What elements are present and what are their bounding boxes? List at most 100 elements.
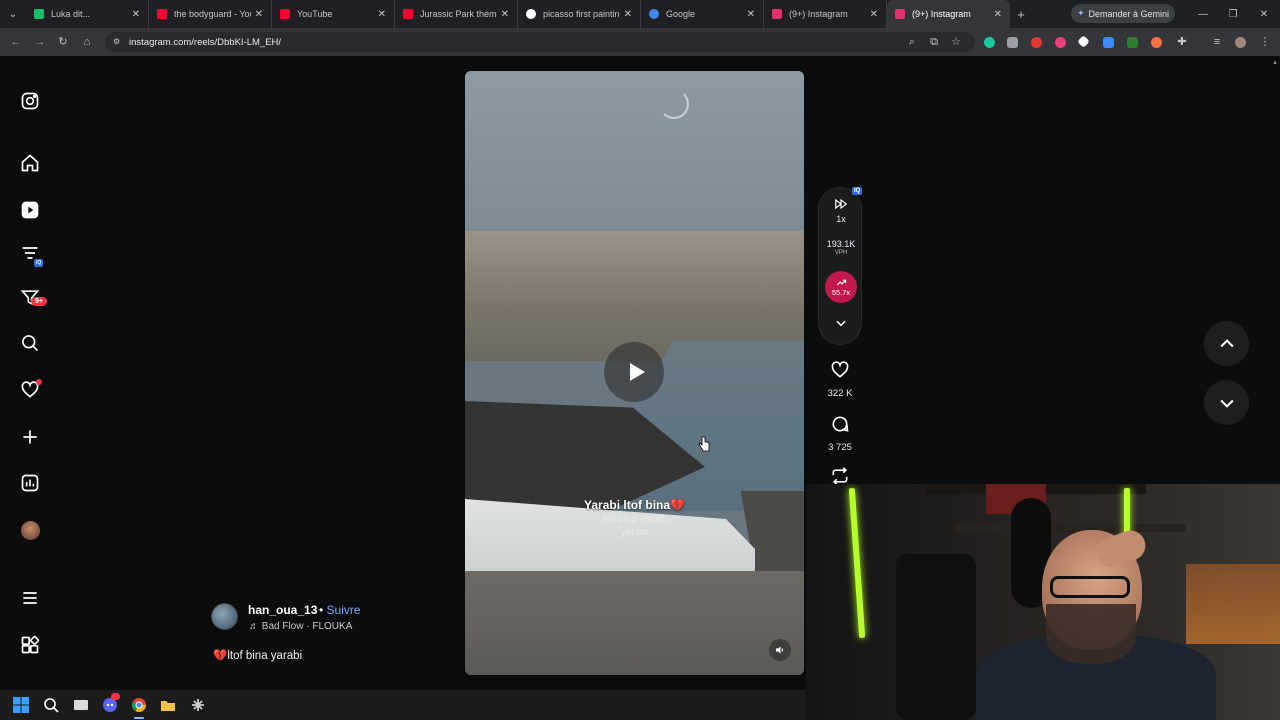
sidebar-item-reels[interactable]: [19, 199, 41, 221]
tab-2[interactable]: YouTube ✕: [272, 0, 395, 28]
close-icon[interactable]: ✕: [624, 9, 632, 20]
sidebar-item-more[interactable]: [19, 587, 41, 609]
tab-0[interactable]: Luka dit... ✕: [26, 0, 149, 28]
tab-1[interactable]: the bodyguard - YouTube ✕: [149, 0, 272, 28]
mute-button[interactable]: [769, 639, 791, 661]
google-icon: [526, 9, 536, 19]
close-icon[interactable]: ✕: [501, 9, 509, 20]
vph-label: VPH: [834, 250, 848, 256]
taskbar-search-button[interactable]: [43, 697, 59, 713]
notification-dot: [36, 379, 42, 385]
more-menu-icon[interactable]: ⋮: [1258, 35, 1272, 49]
close-icon[interactable]: ✕: [132, 9, 140, 20]
reel-description: 💔ltof bina yarabi: [213, 650, 303, 662]
arrow-left-icon: ←: [10, 36, 22, 48]
profile-avatar-icon[interactable]: [1235, 37, 1246, 48]
sidebar-item-home[interactable]: [19, 152, 41, 174]
sidebar-item-search[interactable]: [19, 332, 41, 354]
playback-speed-value: 1x: [836, 214, 846, 224]
site-info-icon[interactable]: ⚙: [113, 37, 123, 47]
tab-4[interactable]: picasso first painting ✕: [518, 0, 641, 28]
comment-button[interactable]: 3 725: [825, 414, 855, 453]
reload-button[interactable]: ↻: [56, 35, 70, 49]
sidebar-item-profile[interactable]: [19, 519, 41, 541]
tab-5[interactable]: Google ✕: [641, 0, 764, 28]
task-view-button[interactable]: [73, 697, 89, 713]
scrollbar-up-arrow-icon[interactable]: ▲: [1272, 60, 1278, 72]
author-username[interactable]: han_oua_13: [248, 603, 317, 617]
reel-video[interactable]: Yarabi ltof bina💔 ltof bina yarabi yarab…: [465, 71, 804, 675]
instagram-logo-link[interactable]: [19, 90, 41, 112]
close-icon[interactable]: ✕: [870, 9, 878, 20]
chevron-down-icon: ⌄: [8, 8, 18, 20]
taskbar-app-button[interactable]: [190, 697, 206, 713]
install-app-icon[interactable]: ⧉: [927, 35, 941, 49]
close-icon[interactable]: ✕: [255, 9, 263, 20]
close-window-button[interactable]: ✕: [1249, 0, 1279, 28]
webcam-overlay: [806, 484, 1280, 720]
home-button[interactable]: ⌂: [80, 35, 94, 49]
extension-icon[interactable]: [984, 37, 995, 48]
instagram-icon: [895, 9, 905, 19]
comment-bubble-icon: [832, 416, 849, 432]
audio-track-link[interactable]: ♬ Bad Flow · FLOUKA: [249, 621, 352, 632]
tab-favicon: [34, 9, 44, 19]
follow-label: Suivre: [326, 603, 361, 617]
speaker-icon: [776, 646, 783, 654]
bookmark-star-icon[interactable]: ☆: [949, 35, 963, 49]
new-tab-button[interactable]: +: [1010, 7, 1032, 22]
audio-extension-icon[interactable]: [1103, 37, 1114, 48]
tab-6[interactable]: (9+) Instagram ✕: [764, 0, 887, 28]
tab-search-button[interactable]: ⌄: [0, 0, 26, 28]
extensions-puzzle-icon[interactable]: ✚: [1175, 35, 1189, 49]
music-note-icon: ♬: [249, 621, 259, 632]
like-button[interactable]: 322 K: [825, 360, 855, 399]
arrow-right-icon: →: [34, 36, 46, 48]
play-button[interactable]: [604, 342, 664, 402]
minimize-button[interactable]: —: [1188, 0, 1218, 28]
zoom-icon[interactable]: ⌕: [905, 35, 919, 49]
media-control-icon[interactable]: ≡: [1210, 35, 1224, 49]
messages-badge: 9+: [31, 297, 47, 306]
folder-icon: [161, 701, 175, 711]
chevron-down-icon: [1219, 399, 1234, 408]
forward-button[interactable]: →: [33, 35, 47, 49]
taskbar-file-explorer-button[interactable]: [160, 697, 176, 713]
camera-extension-icon[interactable]: [1007, 37, 1018, 48]
extension-icon[interactable]: [1151, 37, 1162, 48]
next-reel-button[interactable]: [1204, 380, 1249, 425]
tab-7-active[interactable]: (9+) Instagram ✕: [887, 0, 1010, 28]
google-icon: [649, 9, 659, 19]
comment-count: 3 725: [828, 442, 852, 453]
back-button[interactable]: ←: [9, 35, 23, 49]
youtube-icon: [157, 9, 167, 19]
previous-reel-button[interactable]: [1204, 321, 1249, 366]
author-avatar[interactable]: [211, 603, 238, 630]
webcam-chair: [896, 554, 976, 720]
close-icon[interactable]: ✕: [994, 9, 1002, 20]
record-extension-icon[interactable]: [1031, 37, 1042, 48]
youtube-icon: [280, 9, 290, 19]
loading-spinner-icon: [659, 89, 689, 119]
close-icon[interactable]: ✕: [378, 9, 386, 20]
extension-icon[interactable]: [1055, 37, 1066, 48]
windows-taskbar: [0, 690, 806, 720]
trending-up-icon: [836, 279, 846, 286]
url-bar[interactable]: ⚙ instagram.com/reels/DbbKI-LM_EH/: [105, 32, 975, 52]
taskbar-chrome-button[interactable]: [131, 697, 147, 713]
sidebar-item-dashboard[interactable]: [19, 472, 41, 494]
restore-button[interactable]: ❐: [1218, 0, 1248, 28]
like-count: 322 K: [827, 388, 853, 399]
search-icon: [44, 698, 59, 713]
app-grid-icon: [192, 699, 204, 711]
expand-stats-button[interactable]: [819, 316, 863, 335]
close-icon[interactable]: ✕: [747, 9, 755, 20]
tab-3[interactable]: Jurassic Park theme s ✕: [395, 0, 518, 28]
tab-label: Google: [666, 9, 696, 19]
follow-button[interactable]: • Suivre: [319, 603, 361, 617]
windows-start-button[interactable]: [13, 697, 29, 713]
gemini-button[interactable]: ✦ Demander à Gemini: [1071, 4, 1175, 23]
sidebar-item-create[interactable]: [19, 426, 41, 448]
sidebar-item-apps[interactable]: [19, 634, 41, 656]
extension-icon[interactable]: [1127, 37, 1138, 48]
